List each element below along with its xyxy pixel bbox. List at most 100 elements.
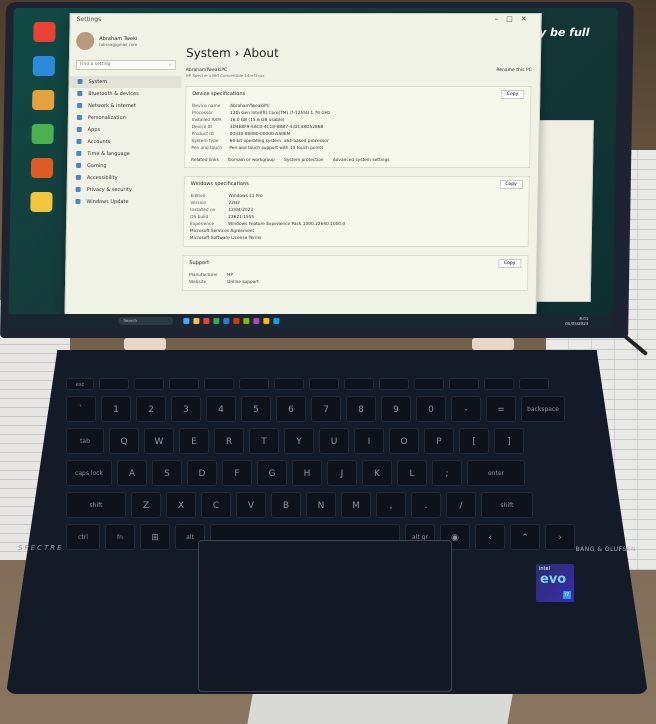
taskbar-app-icon[interactable]	[253, 318, 260, 324]
key[interactable]: ;	[432, 460, 462, 486]
shift-key[interactable]: shift	[66, 492, 126, 518]
key[interactable]: [	[459, 428, 489, 454]
key[interactable]: R	[214, 428, 244, 454]
app2-desktop-icon[interactable]	[30, 158, 54, 178]
key[interactable]: C	[201, 492, 231, 518]
key[interactable]	[309, 378, 339, 390]
key[interactable]: O	[389, 428, 419, 454]
key[interactable]: Z	[131, 492, 161, 518]
nav-item-apps[interactable]: Apps	[69, 124, 181, 136]
key[interactable]: Y	[284, 428, 314, 454]
key[interactable]: `	[66, 396, 96, 422]
copy-button[interactable]: Copy	[500, 90, 525, 99]
key[interactable]: W	[144, 428, 174, 454]
chrome-desktop-icon[interactable]	[33, 22, 56, 42]
taskbar-app-icon[interactable]	[263, 318, 270, 324]
settings-window[interactable]: Settings –□✕ Abraham Tweki tabraa@gmail.…	[64, 13, 542, 315]
nav-item-gaming[interactable]: Gaming	[68, 160, 180, 172]
copy-button[interactable]: Copy	[497, 259, 522, 268]
key[interactable]: 5	[241, 396, 271, 422]
key[interactable]: H	[292, 460, 322, 486]
key[interactable]	[414, 378, 444, 390]
key[interactable]	[274, 378, 304, 390]
nav-item-privacy[interactable]: Privacy & security	[68, 184, 180, 196]
key[interactable]	[379, 378, 409, 390]
key[interactable]	[484, 378, 514, 390]
office-desktop-icon[interactable]	[32, 90, 55, 110]
key[interactable]: T	[249, 428, 279, 454]
key[interactable]: ,	[376, 492, 406, 518]
breadcrumb-system[interactable]: System	[186, 46, 231, 60]
key[interactable]	[344, 378, 374, 390]
device-specs-title[interactable]: Device specifications	[192, 91, 524, 97]
title-bar[interactable]: Settings –□✕	[70, 14, 540, 28]
arrow-updown-key[interactable]: ⌃	[510, 524, 540, 550]
rename-pc-button[interactable]: Rename this PC	[496, 68, 531, 78]
taskbar-app-icon[interactable]	[233, 318, 240, 324]
key[interactable]: 9	[381, 396, 411, 422]
user-profile[interactable]: Abraham Tweki tabraa@gmail.com	[70, 28, 182, 54]
key[interactable]: 0	[416, 396, 446, 422]
caps-lock-key[interactable]: caps lock	[66, 460, 112, 486]
key[interactable]: M	[341, 492, 371, 518]
nav-item-time-language[interactable]: Time & language	[68, 148, 180, 160]
key[interactable]	[134, 378, 164, 390]
taskbar-app-icon[interactable]	[243, 318, 250, 324]
key[interactable]: V	[236, 492, 266, 518]
key[interactable]: D	[187, 460, 217, 486]
key[interactable]: 2	[136, 396, 166, 422]
taskbar-app-icon[interactable]	[273, 318, 280, 324]
key[interactable]: E	[179, 428, 209, 454]
key[interactable]: 4	[206, 396, 236, 422]
fn-key[interactable]: fn	[105, 524, 135, 550]
key[interactable]	[99, 378, 129, 390]
settings-search-input[interactable]: Find a setting ⌕	[75, 60, 176, 70]
link-domain[interactable]: Domain or workgroup	[228, 158, 275, 163]
key[interactable]: .	[411, 492, 441, 518]
key[interactable]: 8	[346, 396, 376, 422]
key[interactable]: B	[271, 492, 301, 518]
nav-item-network[interactable]: Network & internet	[69, 100, 181, 112]
backspace-key[interactable]: backspace	[521, 396, 565, 422]
key[interactable]: I	[354, 428, 384, 454]
key[interactable]	[449, 378, 479, 390]
nav-item-windows-update[interactable]: Windows Update	[67, 196, 179, 208]
support-title[interactable]: Support	[189, 260, 521, 266]
key[interactable]: 7	[311, 396, 341, 422]
key[interactable]: J	[327, 460, 357, 486]
taskbar-app-icon[interactable]	[203, 318, 210, 324]
key[interactable]: 6	[276, 396, 306, 422]
key[interactable]	[204, 378, 234, 390]
key[interactable]: N	[306, 492, 336, 518]
key[interactable]	[239, 378, 269, 390]
link-advanced-settings[interactable]: Advanced system settings	[333, 158, 390, 163]
key[interactable]: Q	[109, 428, 139, 454]
key[interactable]: F	[222, 460, 252, 486]
key[interactable]: X	[166, 492, 196, 518]
key[interactable]: 1	[101, 396, 131, 422]
key[interactable]: ]	[494, 428, 524, 454]
taskbar-clock[interactable]: 8:01 05/05/2023	[565, 316, 588, 326]
link-system-protection[interactable]: System protection	[284, 158, 323, 163]
taskbar-app-icon[interactable]	[193, 318, 200, 324]
ms-license-link[interactable]: Microsoft Software License Terms	[190, 235, 522, 242]
nav-item-accessibility[interactable]: Accessibility	[68, 172, 180, 184]
nav-item-system[interactable]: System	[69, 76, 182, 88]
key[interactable]	[519, 378, 549, 390]
key[interactable]: U	[319, 428, 349, 454]
windows-specs-title[interactable]: Windows specifications	[191, 181, 523, 187]
taskbar-app-icon[interactable]	[223, 318, 230, 324]
window-controls[interactable]: –□✕	[495, 15, 535, 23]
arrow-left-key[interactable]: ‹	[475, 524, 505, 550]
key[interactable]: L	[397, 460, 427, 486]
taskbar-app-icon[interactable]	[213, 318, 220, 324]
shift-key[interactable]: shift	[481, 492, 533, 518]
key[interactable]: -	[451, 396, 481, 422]
key[interactable]: G	[257, 460, 287, 486]
app-desktop-icon[interactable]	[31, 124, 54, 144]
ctrl-key[interactable]: ctrl	[66, 524, 100, 550]
nav-item-accounts[interactable]: Accounts	[68, 136, 180, 148]
key[interactable]: esc	[66, 378, 94, 390]
enter-key[interactable]: enter	[467, 460, 525, 486]
taskbar-app-icon[interactable]	[183, 318, 190, 324]
